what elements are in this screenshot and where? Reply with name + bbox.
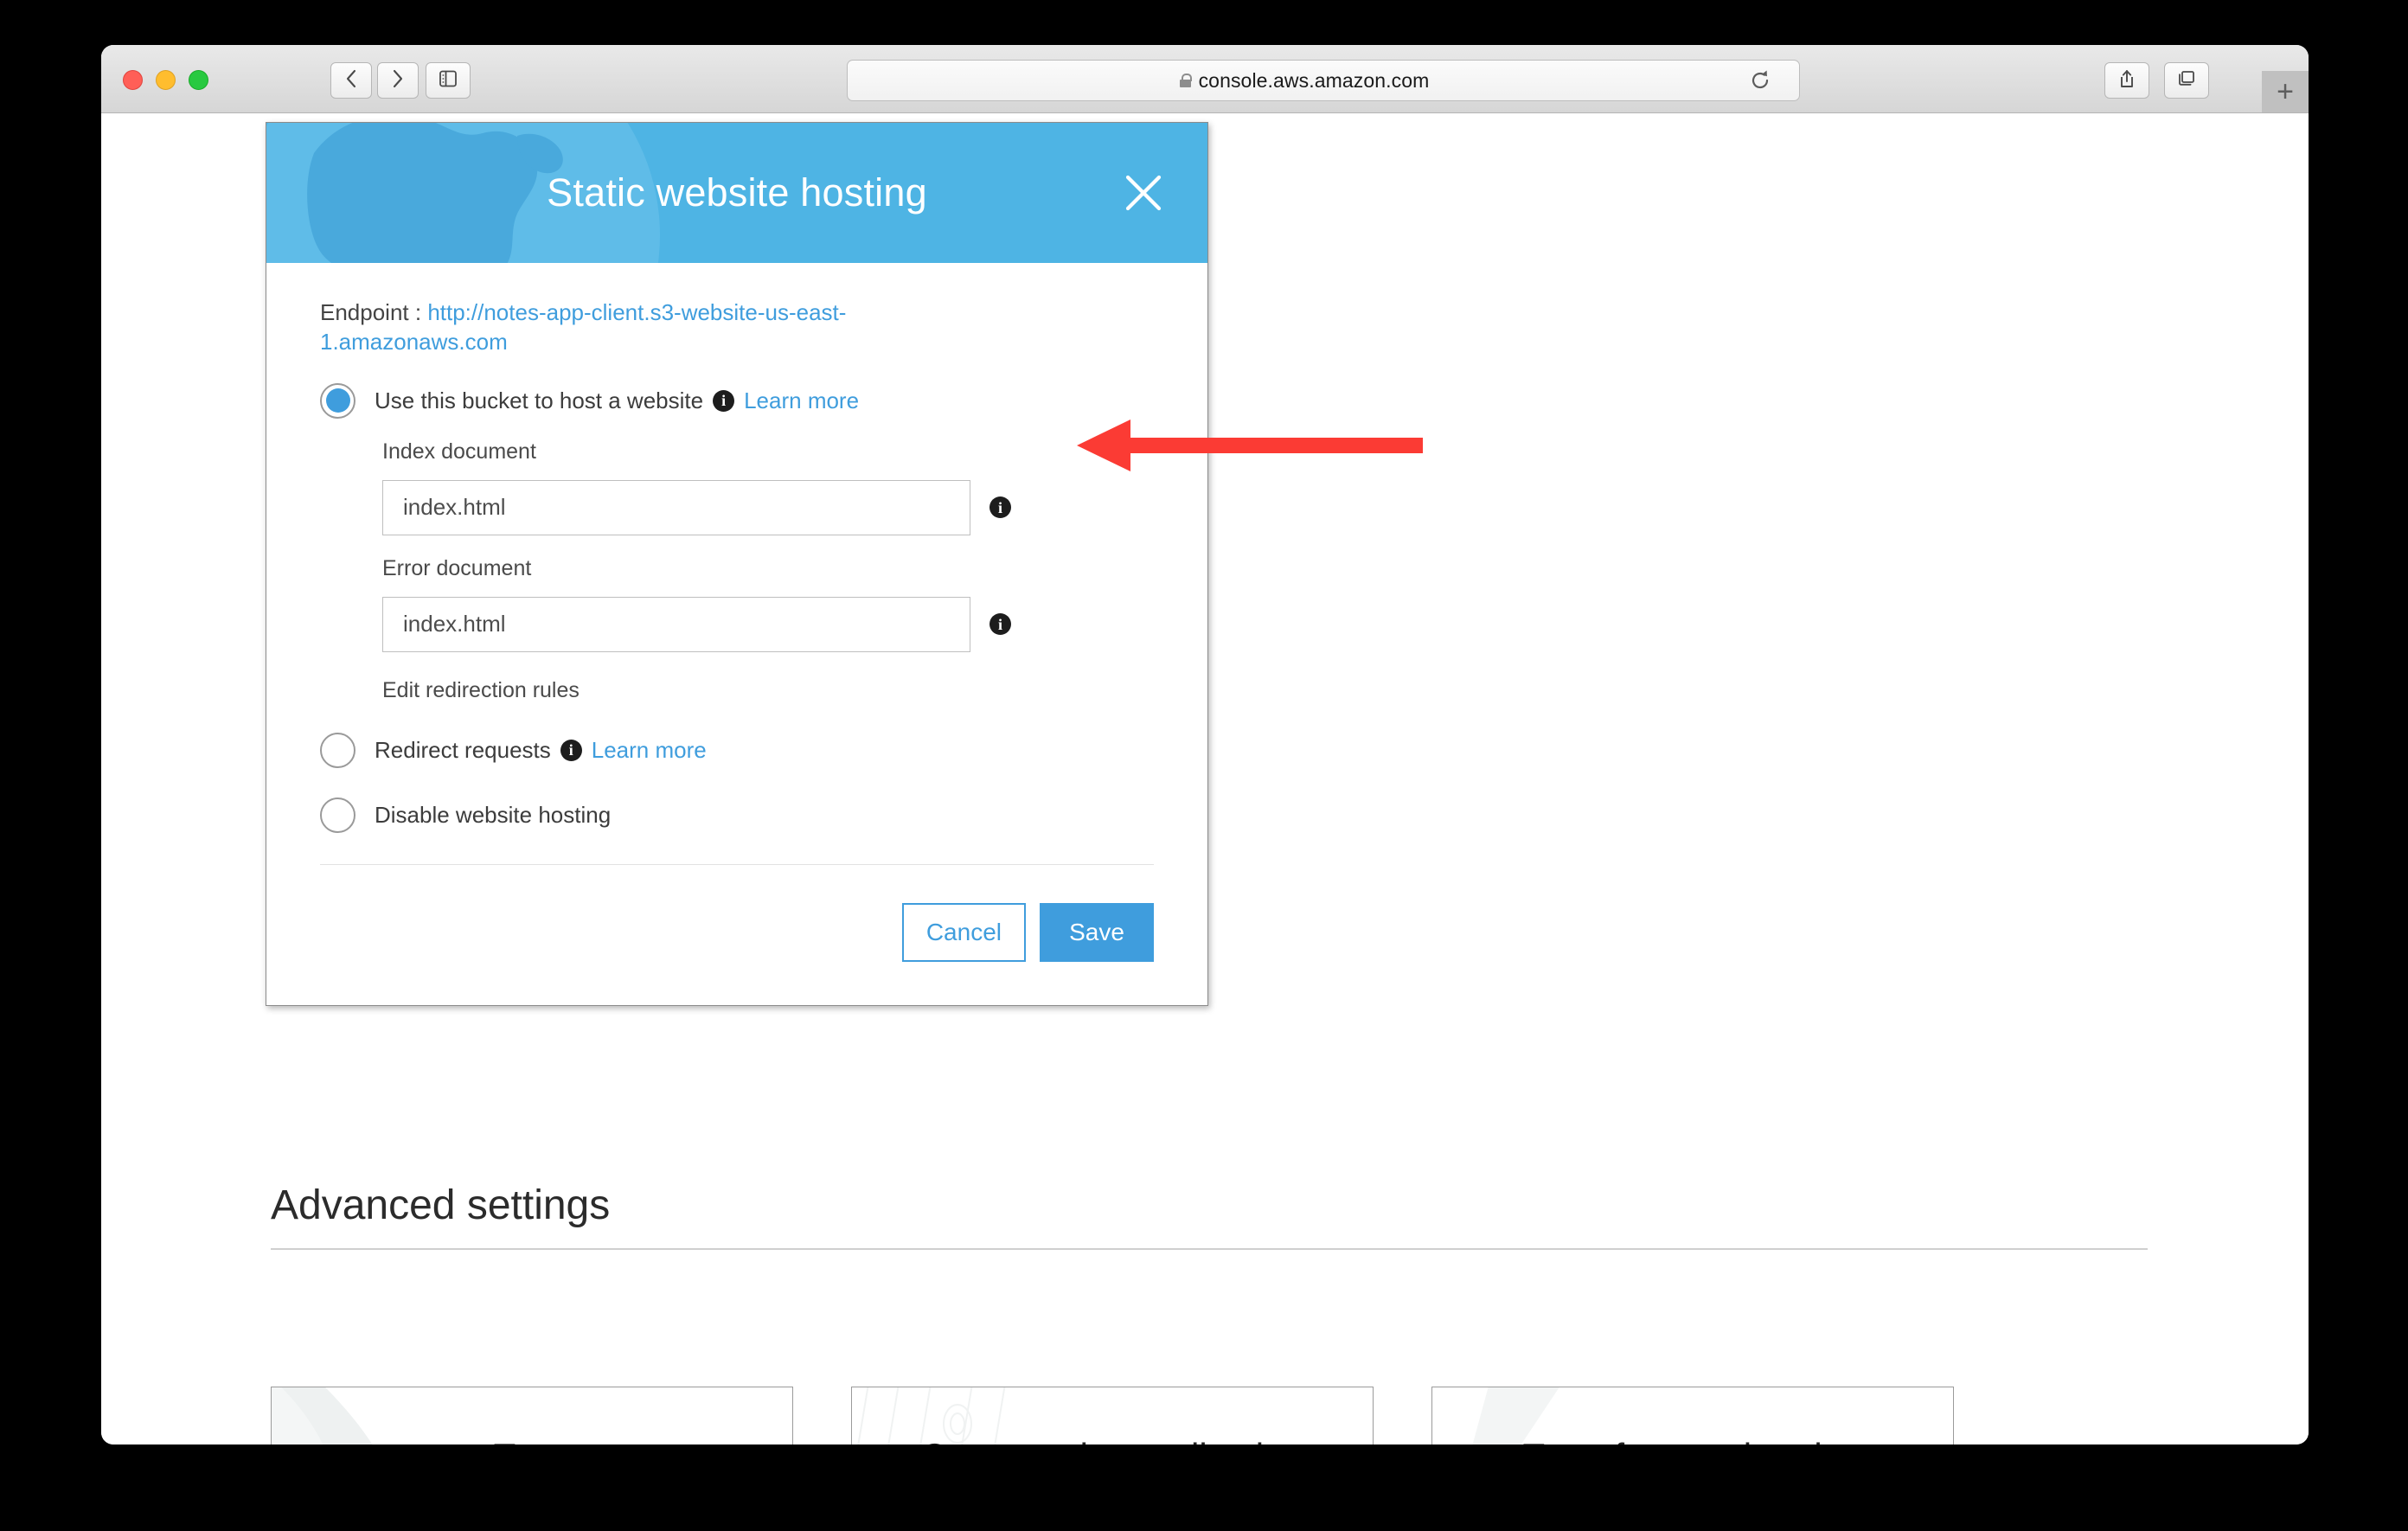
static-website-hosting-modal: Static website hosting Endpoint : http:/… <box>266 122 1208 1006</box>
advanced-settings-section: Advanced settings <box>271 1182 2148 1250</box>
page-content: Static website hosting Endpoint : http:/… <box>101 113 2309 1445</box>
cancel-button[interactable]: Cancel <box>901 902 1026 962</box>
radio-redirect-requests[interactable] <box>320 732 355 768</box>
index-document-input[interactable]: index.html <box>382 479 970 535</box>
card-transfer-acceleration[interactable]: Transfer acceleration <box>1431 1387 1954 1445</box>
index-document-label: Index document <box>382 439 536 464</box>
option-redirect-label-group: Redirect requests i Learn more <box>375 737 707 764</box>
info-icon[interactable]: i <box>989 496 1011 519</box>
reload-button[interactable] <box>1747 67 1773 93</box>
learn-more-link-host[interactable]: Learn more <box>744 388 859 414</box>
option-use-bucket-label-group: Use this bucket to host a website i Lear… <box>375 388 859 414</box>
radio-disable-hosting[interactable] <box>320 797 355 833</box>
error-document-input[interactable]: index.html <box>382 596 970 652</box>
url-text: console.aws.amazon.com <box>1198 68 1430 92</box>
advanced-settings-title: Advanced settings <box>271 1182 611 1228</box>
option-use-bucket-row[interactable]: Use this bucket to host a website i Lear… <box>320 382 1154 419</box>
index-document-row: index.html i <box>382 479 1154 535</box>
option-redirect-requests-row[interactable]: Redirect requests i Learn more <box>320 732 1154 768</box>
screenshot-root: console.aws.amazon.com + Static website … <box>0 0 2408 1531</box>
tab-overview-icon <box>2176 69 2197 93</box>
navigation-buttons <box>330 62 419 99</box>
lock-icon <box>1179 74 1192 87</box>
option-disable-hosting-label: Disable website hosting <box>375 801 612 828</box>
advanced-settings-divider <box>271 1248 2148 1250</box>
back-button[interactable] <box>330 62 372 99</box>
edit-redirection-rules-label[interactable]: Edit redirection rules <box>382 678 1154 703</box>
share-icon <box>2117 68 2136 93</box>
modal-footer: Cancel Save <box>320 865 1154 1005</box>
card-title: Tags <box>494 1436 571 1445</box>
option-redirect-requests-label: Redirect requests <box>375 736 551 763</box>
chevron-right-icon <box>392 68 404 93</box>
option-disable-label-group: Disable website hosting <box>375 802 611 829</box>
info-icon[interactable]: i <box>989 613 1011 636</box>
toolbar-right-buttons <box>2104 62 2209 99</box>
url-bar[interactable]: console.aws.amazon.com <box>847 60 1800 101</box>
minimize-window-button[interactable] <box>156 70 176 90</box>
error-document-group: Error document index.html i <box>382 556 1154 652</box>
close-icon[interactable] <box>1121 170 1166 215</box>
modal-title: Static website hosting <box>547 170 927 215</box>
error-document-label: Error document <box>382 555 532 580</box>
index-document-group: Index document index.html i <box>382 439 1154 535</box>
browser-toolbar: console.aws.amazon.com + <box>101 45 2309 113</box>
modal-body: Endpoint : http://notes-app-client.s3-we… <box>266 263 1207 1005</box>
option-use-bucket-label: Use this bucket to host a website <box>375 387 704 413</box>
advanced-settings-cards: Tags <box>271 1387 1954 1445</box>
endpoint-row: Endpoint : http://notes-app-client.s3-we… <box>320 298 925 357</box>
error-document-row: index.html i <box>382 596 1154 652</box>
info-icon[interactable]: i <box>713 389 735 412</box>
endpoint-label: Endpoint : <box>320 299 428 325</box>
learn-more-link-redirect[interactable]: Learn more <box>592 737 707 764</box>
save-button[interactable]: Save <box>1040 902 1154 962</box>
info-icon[interactable]: i <box>560 739 582 761</box>
url-display: console.aws.amazon.com <box>1179 68 1430 93</box>
card-title: Transfer acceleration <box>1523 1436 1863 1445</box>
radio-use-bucket[interactable] <box>320 382 355 419</box>
new-tab-button[interactable]: + <box>2262 71 2309 112</box>
sidebar-toggle-button[interactable] <box>426 62 471 99</box>
chevron-left-icon <box>345 68 357 93</box>
close-window-button[interactable] <box>123 70 143 90</box>
sidebar-toggle-icon <box>439 69 458 93</box>
share-button[interactable] <box>2104 62 2149 99</box>
browser-window: console.aws.amazon.com + Static website … <box>101 45 2309 1445</box>
card-cross-region-replication[interactable]: Cross-region replication <box>851 1387 1374 1445</box>
window-controls <box>123 70 208 90</box>
card-title: Cross-region replication <box>920 1436 1304 1445</box>
option-disable-hosting-row[interactable]: Disable website hosting <box>320 797 1154 833</box>
maximize-window-button[interactable] <box>189 70 208 90</box>
forward-button[interactable] <box>377 62 419 99</box>
tab-overview-button[interactable] <box>2164 62 2209 99</box>
card-tags[interactable]: Tags <box>271 1387 793 1445</box>
modal-header: Static website hosting <box>266 123 1207 263</box>
